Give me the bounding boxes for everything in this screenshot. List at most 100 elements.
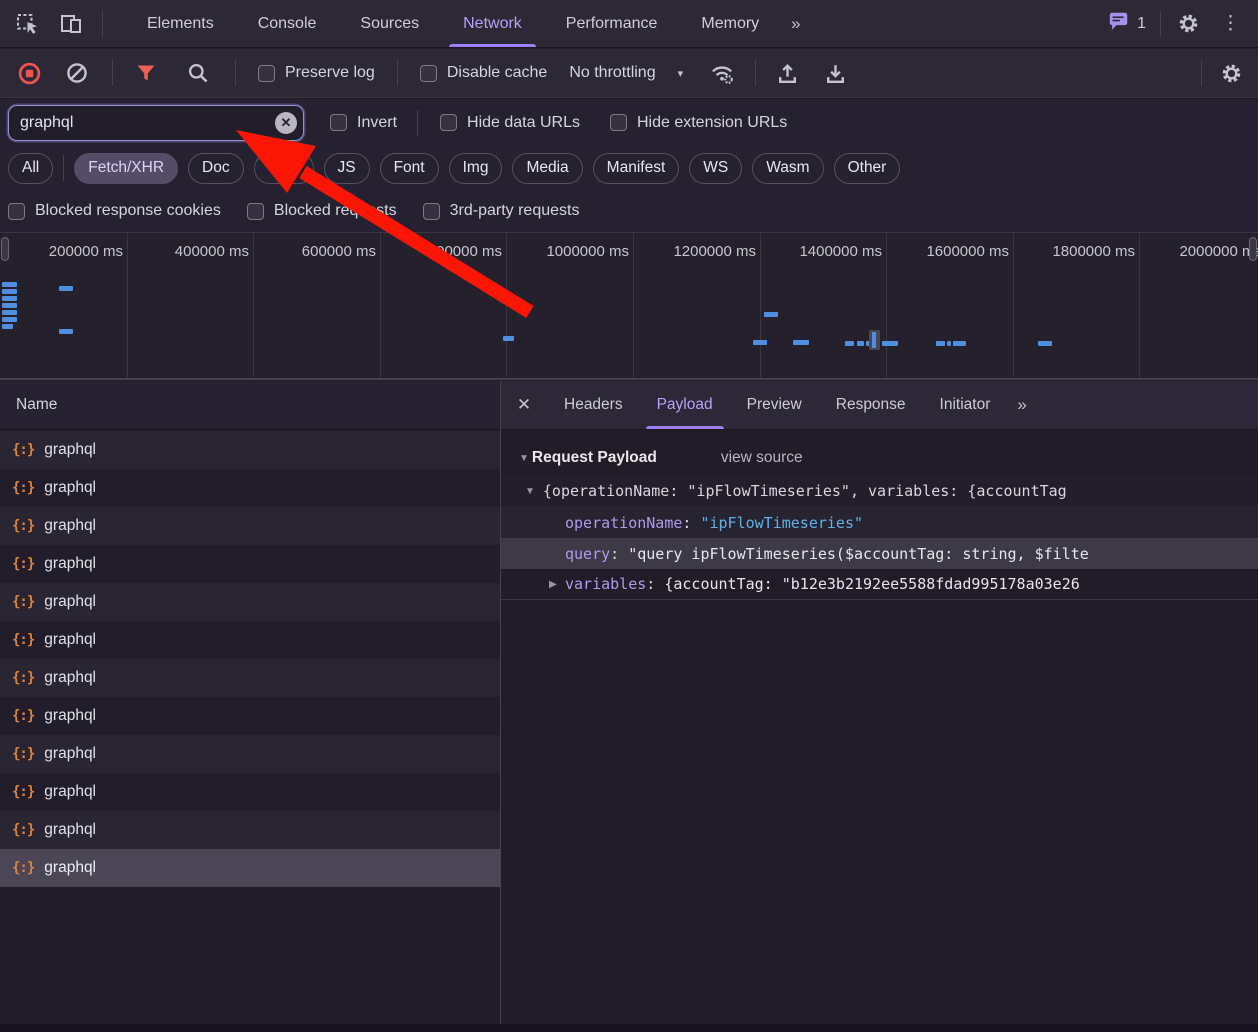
request-row[interactable]: {:}graphql	[0, 849, 500, 887]
type-filter-ws[interactable]: WS	[689, 153, 742, 184]
divider	[397, 60, 398, 86]
details-tab-preview[interactable]: Preview	[730, 381, 819, 429]
timeline-request-bar	[503, 336, 514, 341]
request-row[interactable]: {:}graphql	[0, 545, 500, 583]
type-filter-all[interactable]: All	[8, 153, 53, 184]
type-filter-media[interactable]: Media	[512, 153, 582, 184]
request-row[interactable]: {:}graphql	[0, 659, 500, 697]
details-tab-initiator[interactable]: Initiator	[923, 381, 1008, 429]
preserve-log-checkbox[interactable]: Preserve log	[258, 64, 375, 82]
tab-performance[interactable]: Performance	[544, 0, 680, 47]
checkbox[interactable]	[258, 65, 275, 82]
request-row[interactable]: {:}graphql	[0, 507, 500, 545]
details-more-tabs-icon[interactable]: »	[1007, 395, 1034, 415]
inspect-element-icon[interactable]	[14, 11, 40, 37]
type-filter-js[interactable]: JS	[324, 153, 370, 184]
blocked-response-cookies-checkbox[interactable]: Blocked response cookies	[8, 202, 221, 220]
checkbox[interactable]	[420, 65, 437, 82]
payload-entry-variables[interactable]: ▶ variables: {accountTag: "b12e3b2192ee55…	[501, 569, 1258, 600]
type-filter-font[interactable]: Font	[380, 153, 439, 184]
throttling-dropdown[interactable]: No throttling ▾	[569, 64, 683, 82]
network-conditions-icon[interactable]	[709, 60, 735, 86]
checkbox[interactable]	[8, 203, 25, 220]
collapse-triangle-icon[interactable]: ▼	[525, 486, 535, 497]
import-har-icon[interactable]	[774, 60, 800, 86]
timeline-tick-label: 600000 ms	[256, 243, 376, 260]
settings-gear-icon[interactable]	[1175, 11, 1201, 37]
disable-cache-label: Disable cache	[447, 64, 548, 82]
close-details-icon[interactable]: ✕	[501, 395, 547, 415]
timeline-request-bar	[936, 341, 945, 346]
type-filter-css[interactable]: CSS	[254, 153, 314, 184]
3rd-party-requests-checkbox[interactable]: 3rd-party requests	[423, 202, 580, 220]
type-filter-fetch-xhr[interactable]: Fetch/XHR	[74, 153, 178, 184]
invert-checkbox[interactable]: Invert	[330, 114, 397, 132]
tab-network[interactable]: Network	[441, 0, 544, 47]
request-name: graphql	[44, 859, 96, 877]
tab-console[interactable]: Console	[236, 0, 339, 47]
request-payload-section: ▼ Request Payload view source	[501, 441, 1258, 475]
request-row[interactable]: {:}graphql	[0, 583, 500, 621]
record-network-log-button[interactable]	[16, 60, 42, 86]
tab-memory[interactable]: Memory	[679, 0, 781, 47]
request-row[interactable]: {:}graphql	[0, 811, 500, 849]
payload-summary-row[interactable]: ▼ {operationName: "ipFlowTimeseries", va…	[501, 475, 1258, 507]
collapse-triangle-icon[interactable]: ▼	[519, 453, 529, 464]
payload-entries: operationName: "ipFlowTimeseries" query: …	[501, 507, 1258, 600]
type-filter-doc[interactable]: Doc	[188, 153, 244, 184]
throttling-value: No throttling	[569, 64, 655, 82]
requests-panel: Name {:}graphql{:}graphql{:}graphql{:}gr…	[0, 381, 500, 1024]
timeline-right-handle[interactable]	[1249, 237, 1257, 261]
checkbox[interactable]	[440, 114, 457, 131]
checkbox[interactable]	[610, 114, 627, 131]
timeline-left-handle[interactable]	[1, 237, 9, 261]
timeline-gridline	[253, 233, 254, 378]
more-tabs-icon[interactable]: »	[781, 14, 808, 34]
request-row[interactable]: {:}graphql	[0, 621, 500, 659]
network-overview-timeline[interactable]: 200000 ms400000 ms600000 ms800000 ms1000…	[0, 233, 1258, 380]
search-icon[interactable]	[185, 60, 211, 86]
tab-sources[interactable]: Sources	[338, 0, 441, 47]
hide-extension-urls-checkbox[interactable]: Hide extension URLs	[610, 114, 787, 132]
expand-triangle-icon[interactable]: ▶	[549, 579, 557, 590]
disable-cache-checkbox[interactable]: Disable cache	[420, 64, 548, 82]
window-bottom-edge	[0, 1024, 1258, 1032]
export-har-icon[interactable]	[822, 60, 848, 86]
type-filter-img[interactable]: Img	[449, 153, 503, 184]
issues-button[interactable]: 1	[1108, 10, 1146, 37]
hide-data-urls-checkbox[interactable]: Hide data URLs	[440, 114, 580, 132]
timeline-selected-marker-bar	[872, 332, 876, 348]
clear-network-log-button[interactable]	[64, 60, 90, 86]
filter-input[interactable]	[8, 105, 304, 141]
type-filter-manifest[interactable]: Manifest	[593, 153, 680, 184]
type-filter-wasm[interactable]: Wasm	[752, 153, 823, 184]
checkbox[interactable]	[423, 203, 440, 220]
more-options-icon[interactable]: ⋮	[1215, 12, 1246, 35]
request-row[interactable]: {:}graphql	[0, 431, 500, 469]
name-column-header[interactable]: Name	[0, 381, 500, 430]
request-row[interactable]: {:}graphql	[0, 697, 500, 735]
request-row[interactable]: {:}graphql	[0, 773, 500, 811]
type-filter-other[interactable]: Other	[834, 153, 901, 184]
request-name: graphql	[44, 821, 96, 839]
details-tab-payload[interactable]: Payload	[640, 381, 730, 429]
json-request-icon: {:}	[12, 442, 34, 458]
request-row[interactable]: {:}graphql	[0, 735, 500, 773]
checkbox[interactable]	[247, 203, 264, 220]
network-settings-gear-icon[interactable]	[1218, 60, 1244, 86]
blocked-requests-checkbox[interactable]: Blocked requests	[247, 202, 397, 220]
filter-funnel-icon[interactable]	[133, 60, 159, 86]
clear-filter-icon[interactable]: ✕	[275, 112, 297, 134]
checkbox[interactable]	[330, 114, 347, 131]
payload-entry-text: variables: {accountTag: "b12e3b2192ee558…	[565, 575, 1080, 593]
device-toolbar-icon[interactable]	[58, 11, 84, 37]
tab-elements[interactable]: Elements	[125, 0, 236, 47]
payload-entry-query[interactable]: query: "query ipFlowTimeseries($accountT…	[501, 538, 1258, 569]
payload-entry-operationName[interactable]: operationName: "ipFlowTimeseries"	[501, 507, 1258, 538]
view-source-link[interactable]: view source	[721, 449, 803, 467]
details-tab-response[interactable]: Response	[819, 381, 923, 429]
payload-entry-text: query: "query ipFlowTimeseries($accountT…	[565, 545, 1089, 563]
request-row[interactable]: {:}graphql	[0, 469, 500, 507]
details-tab-headers[interactable]: Headers	[547, 381, 640, 429]
hide-data-urls-label: Hide data URLs	[467, 114, 580, 132]
